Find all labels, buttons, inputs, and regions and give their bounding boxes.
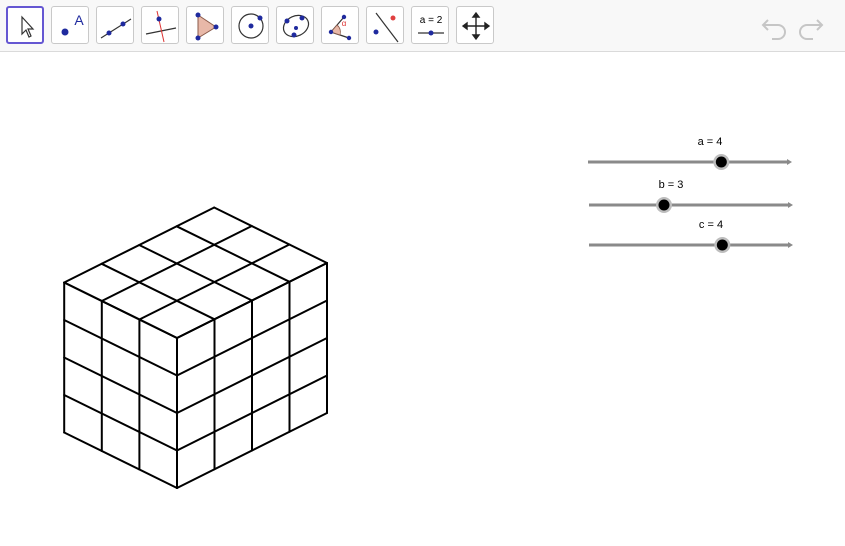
graphics-view[interactable] <box>0 53 845 541</box>
unit-cube-grid <box>63 206 328 489</box>
point-tool-button[interactable]: A <box>51 6 89 44</box>
cube-drawing <box>63 206 328 489</box>
polygon-icon <box>195 12 219 41</box>
perpendicular-line-tool-button[interactable] <box>141 6 179 44</box>
move-tool-button[interactable] <box>6 6 44 44</box>
perpendicular-line-icon <box>145 10 177 43</box>
slider-c-knob[interactable] <box>716 239 728 251</box>
side-face-grid-line <box>63 431 178 489</box>
pointer-arrow-icon <box>21 15 35 38</box>
move-graphics-view-tool-button[interactable] <box>456 6 494 44</box>
side-face-grid-line <box>63 394 178 452</box>
circle-center-point-icon <box>238 13 264 39</box>
angle-tool-text: α <box>341 19 347 28</box>
slider-b[interactable] <box>585 193 797 217</box>
slider-c-arrow-icon <box>788 242 793 248</box>
slider-c[interactable] <box>585 233 797 257</box>
circle-tool-button[interactable] <box>231 6 269 44</box>
slider-b-label: b = 3 <box>658 179 684 191</box>
side-face-grid-line <box>63 319 178 377</box>
reflect-about-line-icon <box>373 12 399 43</box>
slider-a-label: a = 4 <box>697 136 723 148</box>
redo-icon <box>799 19 824 40</box>
undo-icon <box>761 19 786 40</box>
line-tool-button[interactable] <box>96 6 134 44</box>
slider-tool-button[interactable]: a = 2 <box>411 6 449 44</box>
point-tool-text: A <box>74 12 84 28</box>
slider-b-arrow-icon <box>788 202 793 208</box>
slider-c-label: c = 4 <box>698 219 724 231</box>
angle-tool-button[interactable]: α <box>321 6 359 44</box>
slider-b-knob[interactable] <box>658 199 670 211</box>
slider-a-arrow-icon <box>787 159 792 165</box>
move-graphics-view-icon <box>461 11 491 41</box>
redo-button[interactable] <box>795 12 825 40</box>
side-face-grid-line <box>63 356 178 414</box>
toolbar: A α a = 2 <box>0 0 845 52</box>
conic-tool-button[interactable] <box>276 6 314 44</box>
slider-a[interactable] <box>584 150 796 174</box>
conic-through-points-icon <box>282 14 310 38</box>
undo-button[interactable] <box>760 12 790 40</box>
slider-a-knob[interactable] <box>715 156 727 168</box>
slider-icon <box>418 30 444 36</box>
reflect-tool-button[interactable] <box>366 6 404 44</box>
polygon-tool-button[interactable] <box>186 6 224 44</box>
line-through-points-icon <box>100 18 132 39</box>
